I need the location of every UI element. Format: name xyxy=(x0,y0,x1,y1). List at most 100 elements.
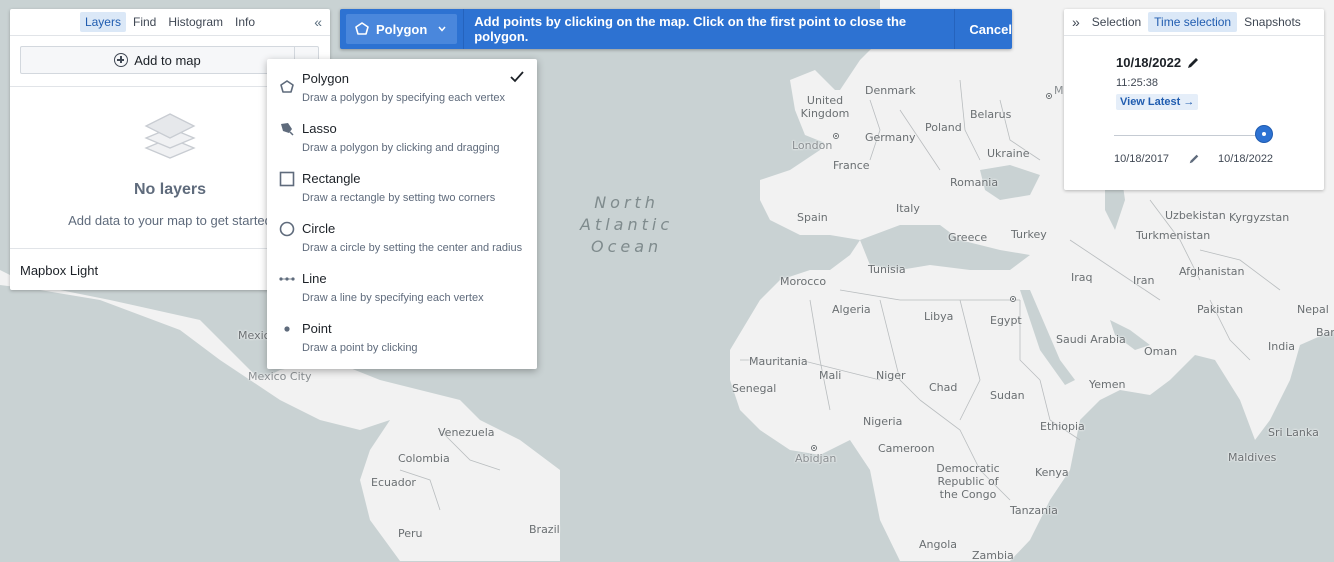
country-label: Poland xyxy=(925,121,962,134)
country-label: Democratic Republic of the Congo xyxy=(936,462,1000,501)
time-selection-panel: » Selection Time selection Snapshots 10/… xyxy=(1064,9,1324,190)
add-to-map-button[interactable]: Add to map xyxy=(21,47,294,73)
draw-toolbar: Polygon Add points by clicking on the ma… xyxy=(340,9,1012,49)
country-label: Morocco xyxy=(780,275,827,288)
city-label: M xyxy=(1054,84,1064,97)
tab-layers[interactable]: Layers xyxy=(79,12,126,32)
range-end-date: 10/18/2022 xyxy=(1218,153,1274,165)
country-label: Iran xyxy=(1133,274,1155,287)
view-latest-button[interactable]: View Latest → xyxy=(1116,94,1199,110)
collapse-panel-icon[interactable]: « xyxy=(314,14,322,30)
country-label: Sri Lanka xyxy=(1268,426,1319,439)
country-label: Venezuela xyxy=(438,426,495,439)
country-label: Colombia xyxy=(398,452,450,465)
country-label: Chad xyxy=(929,381,958,394)
tab-histogram[interactable]: Histogram xyxy=(163,12,228,32)
layers-icon xyxy=(144,113,196,159)
point-icon xyxy=(284,326,290,332)
tab-selection[interactable]: Selection xyxy=(1086,12,1147,32)
menu-item-point[interactable]: Point Draw a point by clicking xyxy=(267,317,537,367)
basemap-selector[interactable]: Mapbox Light xyxy=(20,263,98,278)
country-label: Romania xyxy=(950,176,999,189)
divider xyxy=(463,9,465,49)
country-label: Nepal xyxy=(1297,303,1329,316)
country-label: Tunisia xyxy=(868,263,906,276)
country-label: Germany xyxy=(865,131,916,144)
chevron-down-icon xyxy=(438,26,446,32)
country-label: Afghanistan xyxy=(1179,265,1245,278)
country-label: Turkmenistan xyxy=(1136,229,1211,242)
country-label: Niger xyxy=(876,369,906,382)
current-date-value: 10/18/2022 xyxy=(1116,55,1182,70)
menu-item-line[interactable]: Line Draw a line by specifying each vert… xyxy=(267,267,537,317)
range-start-date: 10/18/2017 xyxy=(1114,153,1170,165)
city-marker xyxy=(811,445,817,451)
menu-item-description: Draw a rectangle by setting two corners xyxy=(302,192,496,204)
edit-range-icon[interactable] xyxy=(1188,153,1200,165)
lasso-icon xyxy=(281,123,294,136)
cancel-button[interactable]: Cancel xyxy=(969,22,1012,37)
current-date: 10/18/2022 xyxy=(1116,55,1200,70)
country-label: India xyxy=(1268,340,1295,353)
country-label: Pakistan xyxy=(1197,303,1244,316)
menu-item-circle[interactable]: Circle Draw a circle by setting the cent… xyxy=(267,217,537,267)
menu-item-lasso[interactable]: Lasso Draw a polygon by clicking and dra… xyxy=(267,117,537,167)
country-label: Ethiopia xyxy=(1040,420,1085,433)
tab-snapshots[interactable]: Snapshots xyxy=(1238,12,1307,32)
edit-date-icon[interactable] xyxy=(1186,56,1200,70)
tab-find[interactable]: Find xyxy=(128,12,161,32)
country-label: Oman xyxy=(1144,345,1178,358)
country-label: Egypt xyxy=(990,314,1022,327)
country-label: Algeria xyxy=(832,303,871,316)
country-label: Tanzania xyxy=(1010,504,1058,517)
selected-shape-label: Polygon xyxy=(376,21,428,37)
current-time: 11:25:38 xyxy=(1116,77,1159,89)
shape-select-button[interactable]: Polygon xyxy=(346,14,458,44)
country-label: Zambia xyxy=(972,549,1014,562)
country-label: Senegal xyxy=(732,382,777,395)
city-marker xyxy=(833,133,839,139)
menu-item-description: Draw a point by clicking xyxy=(302,342,418,354)
country-label: Bar xyxy=(1316,326,1334,339)
city-label: London xyxy=(792,139,833,152)
menu-item-description: Draw a polygon by clicking and dragging xyxy=(302,142,500,154)
country-label: Sudan xyxy=(990,389,1025,402)
ocean-label: North Atlantic Ocean xyxy=(580,193,674,256)
tab-info[interactable]: Info xyxy=(230,12,260,32)
country-label: Iraq xyxy=(1071,271,1093,284)
country-label: Kyrgyzstan xyxy=(1229,211,1290,224)
city-label: Abidjan xyxy=(795,452,837,465)
city-marker xyxy=(1010,296,1016,302)
menu-item-label: Rectangle xyxy=(302,171,361,186)
country-label: Angola xyxy=(919,538,958,551)
country-label: Turkey xyxy=(1011,228,1047,241)
country-label: Ecuador xyxy=(371,476,416,489)
country-label: Cameroon xyxy=(878,442,935,455)
time-slider-handle[interactable] xyxy=(1256,126,1272,142)
expand-panel-icon[interactable]: » xyxy=(1072,14,1080,30)
menu-item-label: Line xyxy=(302,271,327,286)
menu-item-rectangle[interactable]: Rectangle Draw a rectangle by setting tw… xyxy=(267,167,537,217)
country-label: Saudi Arabia xyxy=(1056,333,1126,346)
country-label: Greece xyxy=(948,231,988,244)
menu-item-polygon[interactable]: Polygon Draw a polygon by specifying eac… xyxy=(267,67,537,117)
city-marker xyxy=(1046,93,1052,99)
layers-panel-tabs: Layers Find Histogram Info « xyxy=(10,9,330,36)
country-label: Peru xyxy=(398,527,423,540)
country-label: Nigeria xyxy=(863,415,903,428)
shape-menu: Polygon Draw a polygon by specifying eac… xyxy=(267,59,537,369)
tab-time-selection[interactable]: Time selection xyxy=(1148,12,1238,32)
menu-item-description: Draw a circle by setting the center and … xyxy=(302,242,523,254)
country-label: Libya xyxy=(924,310,954,323)
add-circle-icon xyxy=(114,53,129,67)
country-label: Brazil xyxy=(529,523,560,536)
country-label: Belarus xyxy=(970,108,1012,121)
country-label: Denmark xyxy=(865,84,916,97)
divider xyxy=(954,9,956,49)
add-to-map-label: Add to map xyxy=(134,52,201,68)
country-label: Mauritania xyxy=(749,355,808,368)
country-label: Mali xyxy=(819,369,842,382)
time-slider-track[interactable] xyxy=(1114,135,1264,136)
menu-item-description: Draw a polygon by specifying each vertex xyxy=(302,92,505,104)
country-label: United Kingdom xyxy=(800,94,850,120)
